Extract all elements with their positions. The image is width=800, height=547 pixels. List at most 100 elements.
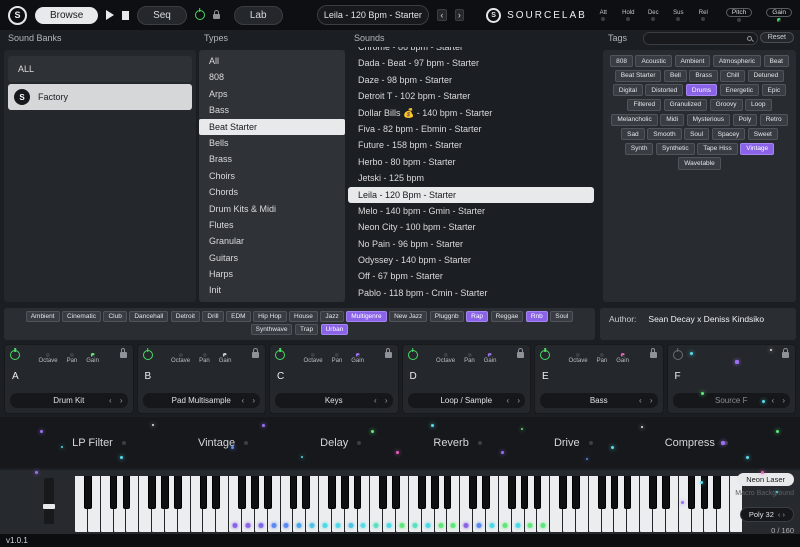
black-key[interactable] [611,476,619,509]
black-key[interactable] [123,476,131,509]
sound-item[interactable]: Dollar Bills 💰 - 140 bpm - Starter [348,105,600,121]
tag-chip[interactable]: Bell [664,70,687,82]
neon-laser-button[interactable]: Neon Laser [737,473,794,486]
black-key[interactable] [174,476,182,509]
black-key[interactable] [662,476,670,509]
type-item[interactable]: Bells [199,135,345,151]
pitch-control[interactable]: Pitch [726,8,752,22]
play-icon[interactable] [106,10,114,20]
tag-chip[interactable]: Vintage [740,143,774,155]
sound-item[interactable]: Herbo - 80 bpm - Starter [348,154,600,170]
genre-chip[interactable]: Multigenre [346,311,386,322]
black-key[interactable] [354,476,362,509]
sound-item[interactable]: Daze - 98 bpm - Starter [348,72,600,88]
tag-chip[interactable]: Energetic [720,84,759,96]
sound-item[interactable]: Pablo - 118 bpm - Cmin - Starter [348,285,600,301]
genre-chip[interactable]: Ambient [26,311,60,322]
pitch-slider[interactable] [44,478,54,524]
black-key[interactable] [431,476,439,509]
genre-chip[interactable]: Dancehall [129,311,168,322]
black-key[interactable] [251,476,259,509]
tag-chip[interactable]: Synthetic [656,143,695,155]
type-item[interactable]: Brass [199,151,345,167]
black-key[interactable] [701,476,709,509]
black-key[interactable] [379,476,387,509]
tag-chip[interactable]: Ambient [675,55,711,67]
tag-chip[interactable]: Smooth [647,128,681,140]
slot-power-icon[interactable] [143,350,153,360]
sound-item[interactable]: Jetski - 125 bpm [348,170,600,186]
tag-chip[interactable]: Granulized [664,99,707,111]
sound-item[interactable]: Future - 158 bpm - Starter [348,137,600,153]
tag-chip[interactable]: Detuned [748,70,785,82]
black-key[interactable] [469,476,477,509]
type-item[interactable]: Choirs [199,168,345,184]
genre-chip[interactable]: Trap [295,324,318,335]
tag-chip[interactable]: Beat Starter [615,70,662,82]
type-item[interactable]: Guitars [199,250,345,266]
tag-search[interactable] [643,32,758,45]
slot-nav-arrows[interactable]: ‹ › [506,396,523,405]
genre-chip[interactable]: Detroit [171,311,200,322]
type-item[interactable]: Init [199,282,345,298]
black-key[interactable] [624,476,632,509]
genre-chip[interactable]: EDM [226,311,250,322]
seq-button[interactable]: Seq [137,6,187,25]
type-item[interactable]: Flutes [199,217,345,233]
black-key[interactable] [688,476,696,509]
black-key[interactable] [521,476,529,509]
sound-item[interactable]: Off - 67 bpm - Starter [348,268,600,284]
black-key[interactable] [290,476,298,509]
slot-nav-arrows[interactable]: ‹ › [241,396,258,405]
type-item[interactable]: All [199,53,345,69]
type-item[interactable]: Granular [199,233,345,249]
tag-chip[interactable]: Synth [625,143,654,155]
black-key[interactable] [84,476,92,509]
black-key[interactable] [238,476,246,509]
genre-chip[interactable]: Urban [321,324,349,335]
black-key[interactable] [559,476,567,509]
black-key[interactable] [264,476,272,509]
tag-chip[interactable]: Distorted [645,84,683,96]
tag-chip[interactable]: Sweet [748,128,778,140]
tag-chip[interactable]: Epic [762,84,787,96]
black-key[interactable] [212,476,220,509]
piano-keyboard[interactable] [75,476,743,532]
tag-chip[interactable]: Sad [621,128,645,140]
black-key[interactable] [572,476,580,509]
sound-item[interactable]: Dada - Beat - 97 bpm - Starter [348,55,600,71]
lock-icon[interactable] [213,14,220,20]
type-item[interactable]: 808 [199,69,345,85]
slot-nav-arrows[interactable]: ‹ › [639,396,656,405]
genre-chip[interactable]: Jazz [320,311,343,322]
black-key[interactable] [508,476,516,509]
black-key[interactable] [341,476,349,509]
pitch-slider-handle[interactable] [43,504,55,509]
genre-chip[interactable]: Reggae [491,311,524,322]
genre-chip[interactable]: Rnb [526,311,548,322]
black-key[interactable] [418,476,426,509]
tag-chip[interactable]: Beat [764,55,789,67]
sound-item[interactable]: Chrome - 86 bpm - Starter [348,47,600,55]
slot-nav-arrows[interactable]: ‹ › [109,396,126,405]
slot-power-icon[interactable] [10,350,20,360]
slot-lock-icon[interactable] [120,352,127,358]
black-key[interactable] [148,476,156,509]
black-key[interactable] [649,476,657,509]
sound-item[interactable]: Melo - 140 bpm - Gmin - Starter [348,203,600,219]
reset-button[interactable]: Reset [760,32,794,43]
sound-item[interactable]: Leila - 120 Bpm - Starter [348,187,594,203]
sound-item[interactable]: No Pain - 96 bpm - Starter [348,236,600,252]
tag-chip[interactable]: Midi [660,114,684,126]
slot-lock-icon[interactable] [782,352,789,358]
bank-item-all[interactable]: ALL [8,56,192,82]
tag-chip[interactable]: Digital [613,84,643,96]
black-key[interactable] [328,476,336,509]
tag-chip[interactable]: Wavetable [678,157,720,169]
genre-chip[interactable]: Club [103,311,126,322]
stop-icon[interactable] [122,11,129,20]
sound-item[interactable]: Odyssey - 140 bpm - Starter [348,252,600,268]
slot-power-icon[interactable] [408,350,418,360]
slot-lock-icon[interactable] [252,352,259,358]
tag-chip[interactable]: Groovy [710,99,743,111]
